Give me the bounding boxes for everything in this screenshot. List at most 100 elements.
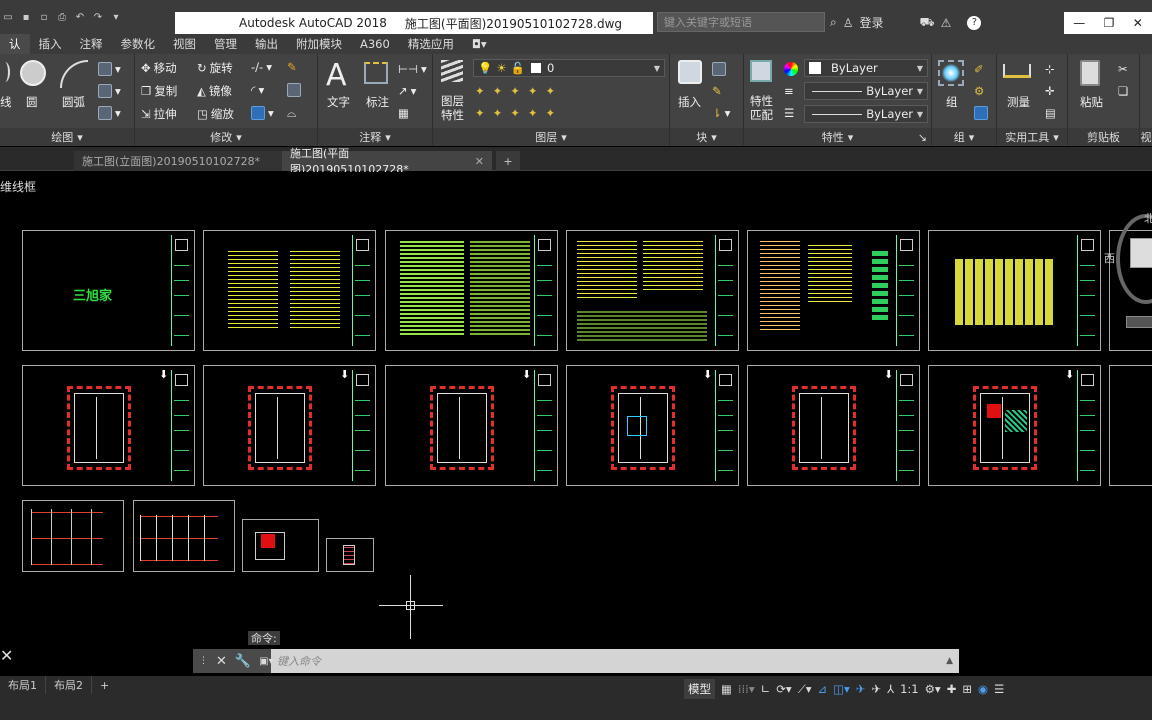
sheet-details-2[interactable] xyxy=(133,500,235,572)
layout-tab-2[interactable]: 布局2 xyxy=(46,676,92,694)
ortho-icon[interactable]: ∟ xyxy=(761,682,771,696)
copy-clip-button[interactable]: ❏ xyxy=(1118,84,1128,98)
command-line[interactable]: ⋮ ✕ 🔧 ▣▾ 键入命令 ▲ xyxy=(193,649,959,673)
rotate-button[interactable]: ↻ 旋转 xyxy=(197,60,233,76)
plot-icon[interactable]: ⎙ xyxy=(54,9,70,25)
annotation-visibility-icon[interactable]: ✈ xyxy=(856,682,866,696)
object-snap-icon[interactable]: ◫▾ xyxy=(833,682,850,696)
panel-layers-title[interactable]: 图层 ▾ xyxy=(433,128,669,146)
viewcube-west[interactable]: 西 xyxy=(1104,250,1115,266)
tab-parametric[interactable]: 参数化 xyxy=(112,34,165,54)
viewcube[interactable]: 北 西 xyxy=(1104,210,1152,330)
sheet-plan-2[interactable]: ⬇ xyxy=(203,365,376,486)
layer-tools-row2[interactable]: ✦✦✦✦✦ xyxy=(475,106,563,120)
new-tab-button[interactable]: + xyxy=(496,151,520,171)
isolate-objects-icon[interactable]: ◉ xyxy=(978,682,988,696)
search-input[interactable]: 键入关键字或短语 xyxy=(657,12,825,32)
dimension-tool[interactable] xyxy=(364,62,388,84)
workspace-gear-icon[interactable]: ⚙▾ xyxy=(925,682,941,696)
redo-icon[interactable]: ↷ xyxy=(90,9,106,25)
copy-button[interactable]: ❐ 复制 xyxy=(141,83,177,99)
exchange-icon[interactable]: ⚠ xyxy=(941,16,952,30)
sheet-notes-1[interactable] xyxy=(203,230,376,351)
saveas-icon[interactable]: ▫ xyxy=(36,9,52,25)
move-button[interactable]: ✥ 移动 xyxy=(141,60,177,76)
calculator-button[interactable]: ▤ xyxy=(1045,106,1056,120)
close-tab-icon[interactable]: ✕ xyxy=(475,155,484,168)
linear-dim-tool[interactable]: ⊢⊣ ▾ xyxy=(398,62,427,76)
save-icon[interactable]: ▪ xyxy=(18,9,34,25)
table-tool[interactable]: ▦ xyxy=(398,106,409,120)
hatch-tool[interactable]: ▾ xyxy=(98,84,121,98)
tab-a360[interactable]: A360 xyxy=(351,34,399,54)
group-button[interactable] xyxy=(938,60,964,86)
layout-tab-1[interactable]: 布局1 xyxy=(0,676,46,694)
tab-insert[interactable]: 插入 xyxy=(30,34,71,54)
auto-scale-icon[interactable]: ✈ xyxy=(871,682,881,696)
object-snap-tracking-icon[interactable]: ⊿ xyxy=(818,682,828,696)
sheet-notes-2[interactable] xyxy=(385,230,558,351)
offset-button[interactable]: ⌓ xyxy=(287,106,296,121)
command-expand-icon[interactable]: ▲ xyxy=(946,656,953,666)
erase-button[interactable]: ✎ xyxy=(287,60,297,74)
lineweight-dropdown[interactable]: ByLayer ▼ xyxy=(804,105,928,123)
sheet-details-4[interactable] xyxy=(326,538,374,572)
viewport-style-label[interactable]: 维线框 xyxy=(0,178,36,195)
leader-tool[interactable]: ↗ ▾ xyxy=(398,84,416,98)
snap-icon[interactable]: ⁞⁞⁞▾ xyxy=(738,682,755,696)
paste-button[interactable] xyxy=(1080,60,1100,86)
layer-properties-button[interactable] xyxy=(441,60,463,82)
array-button[interactable]: ▾ xyxy=(251,106,274,120)
cut-button[interactable]: ✂ xyxy=(1118,62,1128,76)
rectangle-tool[interactable]: ▾ xyxy=(98,62,121,76)
maximize-icon[interactable]: ❐ xyxy=(1104,16,1115,30)
sheet-cover[interactable]: 三旭家 xyxy=(22,230,195,351)
sheet-schedule[interactable] xyxy=(928,230,1101,351)
line-tool[interactable] xyxy=(0,62,10,82)
tab-addins[interactable]: 附加模块 xyxy=(287,34,351,54)
undo-icon[interactable]: ↶ xyxy=(72,9,88,25)
sheet-plan-1[interactable]: ⬇ xyxy=(22,365,195,486)
panel-view-title[interactable]: 视 xyxy=(1140,128,1152,146)
block-attr-button[interactable]: ⇂ ▾ xyxy=(712,106,730,120)
customization-icon[interactable]: ☰ xyxy=(994,682,1004,696)
panel-clipboard-title[interactable]: 剪贴板 xyxy=(1068,128,1139,146)
edit-block-button[interactable]: ✎ xyxy=(712,84,722,98)
panel-properties-title[interactable]: 特性 ▾ ↘ xyxy=(744,128,931,146)
add-layout-button[interactable]: + xyxy=(92,676,117,694)
scale-dropdown[interactable]: 1:1 xyxy=(900,682,919,696)
cart-icon[interactable]: ⛟ xyxy=(920,15,935,31)
point-button[interactable]: ✛ xyxy=(1045,84,1055,98)
sheet-notes-3[interactable] xyxy=(566,230,739,351)
linetype-dropdown[interactable]: ByLayer ▼ xyxy=(804,82,928,100)
polar-icon[interactable]: ⟳▾ xyxy=(776,682,791,696)
grip-icon[interactable]: ⋮ xyxy=(199,656,208,666)
layer-tools-row1[interactable]: ✦✦✦✦✦ xyxy=(475,84,563,98)
text-tool[interactable]: A xyxy=(326,58,347,93)
stretch-button[interactable]: ⇲ 拉伸 xyxy=(141,106,177,122)
tab-manage[interactable]: 管理 xyxy=(205,34,246,54)
arc-tool[interactable] xyxy=(60,60,88,88)
trim-button[interactable]: -/- ▾ xyxy=(251,60,272,74)
tab-output[interactable]: 输出 xyxy=(246,34,287,54)
doc-tab-elevation[interactable]: 施工图(立面图)20190510102728* xyxy=(74,151,282,171)
scale-button[interactable]: ◳ 缩放 xyxy=(197,106,234,122)
layer-dropdown[interactable]: 💡 ☀ 🔓 0 ▼ xyxy=(473,59,665,77)
circle-tool[interactable] xyxy=(20,60,46,86)
doc-tab-plan[interactable]: 施工图(平面图)20190510102728* ✕ xyxy=(282,147,492,176)
sheet-plan-4[interactable]: ⬇ xyxy=(566,365,739,486)
grid-icon[interactable]: ▦ xyxy=(721,682,732,696)
mirror-button[interactable]: ◭ 镜像 xyxy=(197,83,232,99)
sheet-plan-6[interactable]: ⬇ xyxy=(928,365,1101,486)
viewcube-face[interactable] xyxy=(1130,238,1152,268)
panel-modify-title[interactable]: 修改 ▾ xyxy=(135,128,317,146)
command-input[interactable]: 键入命令 xyxy=(277,653,321,669)
search-icon[interactable]: ⌕ xyxy=(830,15,837,30)
match-properties-button[interactable] xyxy=(750,60,772,82)
properties-launcher-icon[interactable]: ↘ xyxy=(918,131,927,144)
annotation-scale-icon[interactable]: ⅄ xyxy=(887,682,894,696)
ribbon-toggle-icon[interactable]: ◘▾ xyxy=(463,34,496,54)
quick-calc-button[interactable]: ⊹ xyxy=(1045,62,1055,76)
close-command-icon[interactable]: ✕ xyxy=(216,654,227,669)
units-icon[interactable]: ⊞ xyxy=(962,682,972,696)
